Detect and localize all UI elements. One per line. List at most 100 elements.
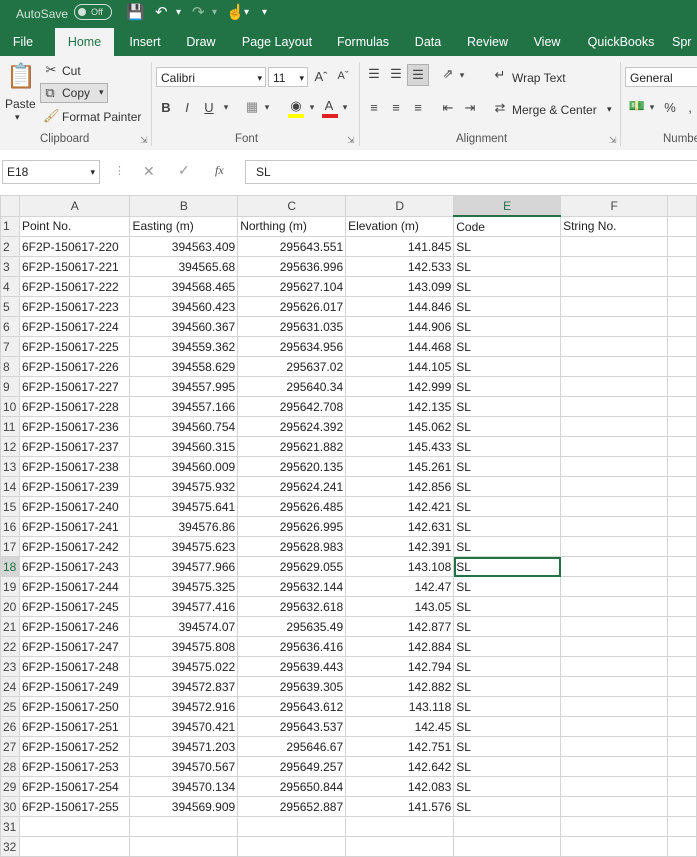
cell[interactable]: 141.845 [345, 236, 455, 257]
cell[interactable]: 142.391 [345, 536, 455, 557]
cell[interactable]: 394560.423 [129, 296, 239, 317]
tab-view[interactable]: View [524, 28, 570, 56]
cell[interactable]: 6F2P-150617-223 [18, 296, 131, 317]
row-header[interactable]: 7 [0, 336, 20, 357]
column-header[interactable]: E [453, 195, 562, 217]
cell[interactable] [18, 816, 131, 837]
cell[interactable] [667, 496, 697, 517]
copy-dropdown-icon[interactable]: ▾ [99, 87, 104, 98]
cell[interactable]: 142.999 [345, 376, 455, 397]
cell[interactable]: 295627.104 [237, 276, 347, 297]
cell[interactable]: 142.533 [345, 256, 455, 277]
cell[interactable]: 6F2P-150617-228 [18, 396, 131, 417]
cell[interactable]: SL [453, 596, 562, 617]
cell[interactable] [560, 316, 669, 337]
row-header[interactable]: 18 [0, 556, 20, 577]
cell[interactable] [560, 236, 669, 257]
cell[interactable] [560, 736, 669, 757]
cell[interactable]: 6F2P-150617-220 [18, 236, 131, 257]
italic-icon[interactable]: I [181, 100, 193, 115]
name-box[interactable]: E18 ▾ [2, 160, 100, 184]
cell[interactable]: 394558.629 [129, 356, 239, 377]
row-header[interactable]: 21 [0, 616, 20, 637]
cell[interactable]: 295637.02 [237, 356, 347, 377]
cell[interactable]: 6F2P-150617-240 [18, 496, 131, 517]
cell[interactable]: 6F2P-150617-222 [18, 276, 131, 297]
row-header[interactable]: 9 [0, 376, 20, 397]
cell[interactable] [560, 716, 669, 737]
font-color-icon[interactable]: A [322, 98, 336, 113]
tab-file[interactable]: File [0, 28, 46, 56]
cell[interactable]: 394575.808 [129, 636, 239, 657]
cell[interactable]: 394560.754 [129, 416, 239, 437]
touch-mode-icon[interactable]: ☝ [226, 2, 245, 24]
font-name-dropdown-icon[interactable]: ▾ [257, 68, 262, 88]
redo-dropdown-icon[interactable]: ▾ [212, 2, 217, 24]
row-header[interactable]: 29 [0, 776, 20, 797]
cell[interactable]: 6F2P-150617-241 [18, 516, 131, 537]
row-header[interactable]: 16 [0, 516, 20, 537]
cell[interactable]: String No. [560, 215, 669, 237]
cell[interactable]: 6F2P-150617-238 [18, 456, 131, 477]
cell[interactable]: SL [453, 516, 562, 537]
cell[interactable]: 295620.135 [237, 456, 347, 477]
cell[interactable]: 6F2P-150617-252 [18, 736, 131, 757]
cell[interactable]: 6F2P-150617-242 [18, 536, 131, 557]
cell[interactable] [560, 356, 669, 377]
font-color-dropdown-icon[interactable]: ▾ [341, 102, 349, 113]
row-header[interactable]: 26 [0, 716, 20, 737]
cell[interactable] [560, 796, 669, 817]
cell[interactable]: Point No. [18, 215, 131, 237]
cell[interactable]: SL [453, 416, 562, 437]
cell[interactable] [560, 656, 669, 677]
cell[interactable] [667, 696, 697, 717]
cell[interactable]: 142.884 [345, 636, 455, 657]
cell[interactable] [667, 796, 697, 817]
cell[interactable]: 143.05 [345, 596, 455, 617]
tab-page-layout[interactable]: Page Layout [234, 28, 320, 56]
cell[interactable]: 144.468 [345, 336, 455, 357]
column-header[interactable]: C [237, 195, 347, 217]
tab-draw[interactable]: Draw [176, 28, 226, 56]
cell[interactable]: 295640.34 [237, 376, 347, 397]
cell[interactable]: 141.576 [345, 796, 455, 817]
cell[interactable]: 295643.612 [237, 696, 347, 717]
cell[interactable] [560, 336, 669, 357]
cell[interactable]: 6F2P-150617-225 [18, 336, 131, 357]
cell[interactable]: 394577.416 [129, 596, 239, 617]
cell[interactable] [667, 636, 697, 657]
cell[interactable]: SL [453, 616, 562, 637]
undo-dropdown-icon[interactable]: ▾ [176, 2, 181, 24]
cell[interactable]: 145.433 [345, 436, 455, 457]
cell[interactable]: 6F2P-150617-226 [18, 356, 131, 377]
bold-icon[interactable]: B [160, 100, 172, 115]
alignment-launcher-icon[interactable]: ⇲ [609, 135, 617, 146]
row-header[interactable]: 4 [0, 276, 20, 297]
cell[interactable]: 6F2P-150617-255 [18, 796, 131, 817]
orientation-icon[interactable]: ⇗ [440, 66, 456, 82]
cell[interactable] [560, 816, 669, 837]
row-header[interactable]: 1 [0, 215, 20, 237]
cell[interactable] [129, 816, 239, 837]
cell[interactable]: 394575.623 [129, 536, 239, 557]
row-header[interactable]: 14 [0, 476, 20, 497]
save-icon[interactable]: 💾 [126, 2, 145, 24]
row-header[interactable]: 15 [0, 496, 20, 517]
cell[interactable]: 295631.035 [237, 316, 347, 337]
cell[interactable] [667, 816, 697, 837]
cell[interactable] [560, 616, 669, 637]
cell[interactable]: 295629.055 [237, 556, 347, 577]
row-header[interactable]: 30 [0, 796, 20, 817]
cell[interactable] [560, 776, 669, 797]
cell[interactable]: 142.856 [345, 476, 455, 497]
align-bottom-button[interactable]: ☰ [407, 64, 429, 86]
cell[interactable] [667, 676, 697, 697]
format-painter-icon[interactable]: 🖌 [43, 108, 60, 124]
cell[interactable]: 6F2P-150617-236 [18, 416, 131, 437]
cell[interactable]: SL [453, 256, 562, 277]
merge-center-button[interactable]: Merge & Center [512, 103, 597, 117]
cell[interactable] [560, 436, 669, 457]
redo-icon[interactable]: ↷ [192, 2, 205, 24]
cell[interactable] [560, 296, 669, 317]
cell[interactable] [667, 296, 697, 317]
